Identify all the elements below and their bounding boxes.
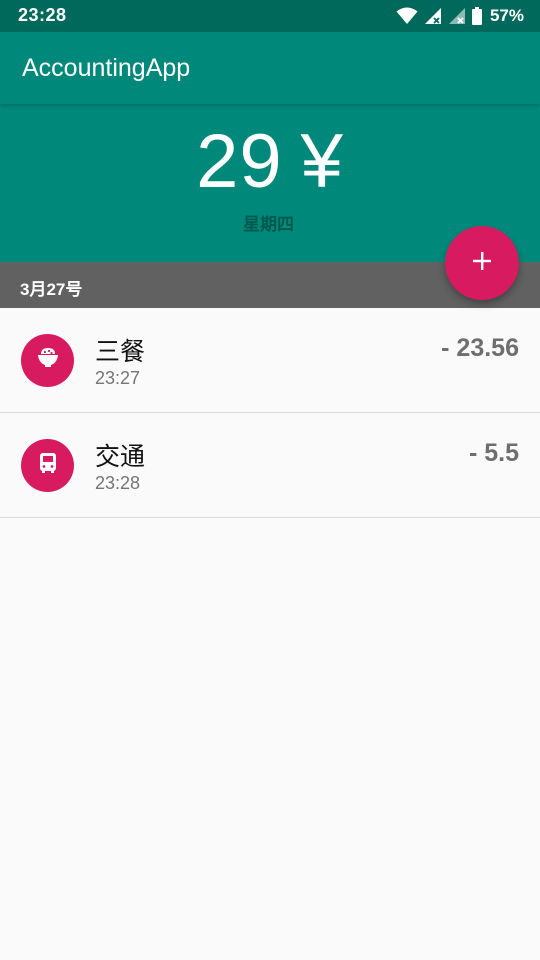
record-icon xyxy=(21,334,74,387)
weekday-label: 星期四 xyxy=(243,215,294,234)
currency-symbol: ¥ xyxy=(300,119,344,204)
battery-percent: 57% xyxy=(489,6,524,25)
record-category: 三餐 xyxy=(95,338,146,366)
record-icon xyxy=(21,439,74,492)
rice-bowl-icon xyxy=(34,344,62,377)
bus-icon xyxy=(35,450,61,481)
record-amount: - 23.56 xyxy=(441,334,519,362)
app-bar: AccountingApp xyxy=(0,32,540,104)
record-time: 23:28 xyxy=(95,473,141,493)
record-category: 交通 xyxy=(95,443,146,471)
signal-icon xyxy=(448,7,466,25)
battery-icon xyxy=(471,7,482,25)
record-list: 三餐 23:27 - 23.56 交通 23:28 - 5.5 xyxy=(0,308,540,518)
add-record-button[interactable] xyxy=(445,226,519,300)
app-title: AccountingApp xyxy=(22,54,191,82)
total-amount: 29 ¥ xyxy=(0,118,540,205)
list-item[interactable]: 交通 23:28 - 5.5 xyxy=(0,413,540,518)
date-label: 3月27号 xyxy=(20,280,83,299)
status-bar: 23:28 57% xyxy=(0,0,540,32)
wifi-icon xyxy=(396,7,418,25)
list-item[interactable]: 三餐 23:27 - 23.56 xyxy=(0,308,540,413)
status-icons: 57% xyxy=(396,6,524,26)
status-time: 23:28 xyxy=(18,5,67,25)
total-amount-value: 29 xyxy=(196,119,283,204)
record-amount: - 5.5 xyxy=(468,439,519,467)
signal-icon xyxy=(424,7,442,25)
record-time: 23:27 xyxy=(95,368,141,388)
screen: 23:28 57% AccountingApp 29 ¥ 星期四 3月27号 三… xyxy=(0,0,540,960)
plus-icon xyxy=(470,249,494,278)
